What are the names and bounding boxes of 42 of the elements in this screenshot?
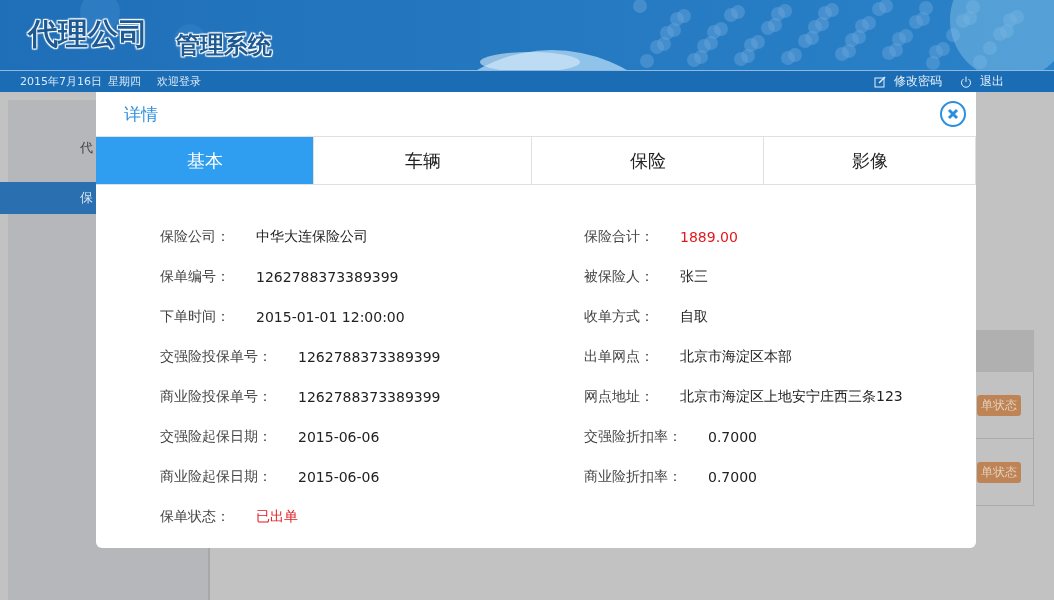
field-value: 1262788373389399 (298, 349, 441, 365)
field-value: 北京市海淀区本部 (680, 348, 792, 366)
dialog-title: 详情 (124, 102, 158, 126)
field-label: 商业险投保单号： (160, 388, 273, 406)
field-value: 0.7000 (708, 469, 757, 485)
field-value: 1262788373389399 (256, 269, 399, 285)
welcome-text: 欢迎登录 (157, 74, 201, 89)
field-label: 保险公司： (160, 228, 231, 246)
field-label: 交强险起保日期： (160, 428, 273, 446)
field-label: 保单状态： (160, 508, 231, 526)
field-value: 已出单 (256, 508, 298, 526)
logo-subtitle: 管理系统 (176, 30, 272, 61)
tab[interactable]: 基本 (96, 137, 314, 184)
date-text: 2015年7月16日 (20, 74, 102, 89)
field-label: 商业险折扣率： (584, 468, 683, 486)
edit-icon (874, 75, 886, 88)
field-label: 出单网点： (584, 348, 655, 366)
power-icon (960, 75, 972, 88)
field-label: 收单方式： (584, 308, 655, 326)
field-value: 2015-06-06 (298, 429, 380, 445)
weekday-text: 星期四 (108, 74, 141, 89)
field-value: 1262788373389399 (298, 389, 441, 405)
field-label: 被保险人： (584, 268, 655, 286)
field-label: 下单时间： (160, 308, 231, 326)
field-label: 商业险起保日期： (160, 468, 273, 486)
close-button[interactable] (940, 101, 966, 127)
field-value: 2015-01-01 12:00:00 (256, 309, 405, 325)
field-label: 交强险投保单号： (160, 348, 273, 366)
field-value: 中华大连保险公司 (256, 228, 368, 246)
field-label: 网点地址： (584, 388, 655, 406)
field-value: 0.7000 (708, 429, 757, 445)
logo-title: 代理公司 (28, 15, 148, 53)
field-value: 张三 (680, 268, 708, 286)
field-value: 自取 (680, 308, 708, 326)
logout-link[interactable]: 退出 (960, 73, 1004, 90)
field-label: 保单编号： (160, 268, 231, 286)
change-password-link[interactable]: 修改密码 (874, 73, 942, 90)
field-value: 2015-06-06 (298, 469, 380, 485)
field-value: 1889.00 (680, 229, 738, 245)
field-label: 交强险折扣率： (584, 428, 683, 446)
field-value: 北京市海淀区上地安宁庄西三条123 (680, 388, 903, 406)
field-label: 保险合计： (584, 228, 655, 246)
